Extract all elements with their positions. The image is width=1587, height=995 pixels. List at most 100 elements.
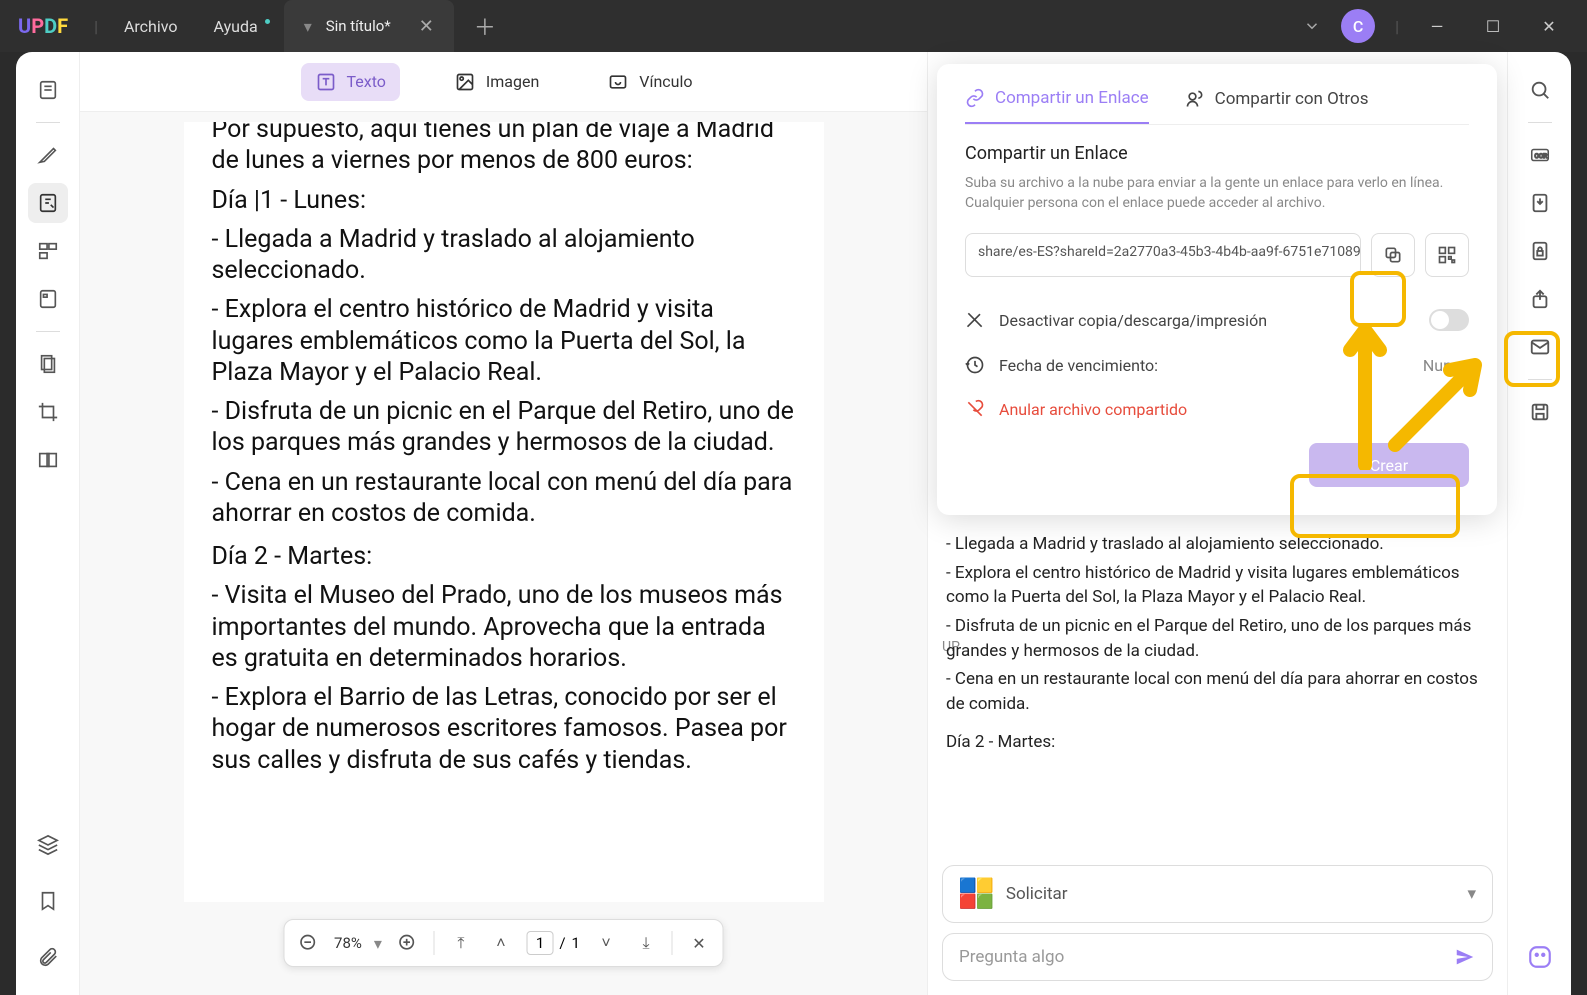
people-icon	[1185, 89, 1205, 109]
redact-tool-icon[interactable]	[28, 344, 68, 384]
cancel-share-option[interactable]: Anular archivo compartido	[965, 387, 1469, 431]
ai-line: - Explora el centro histórico de Madrid …	[946, 561, 1489, 610]
link-icon	[965, 88, 985, 108]
close-zoom-icon[interactable]: ✕	[685, 929, 713, 957]
window-minimize-icon[interactable]: —	[1419, 17, 1455, 36]
solicitar-label: Solicitar	[1006, 884, 1068, 904]
share-link-input[interactable]: share/es-ES?shareId=2a2770a3-45b3-4b4b-a…	[965, 233, 1361, 277]
prev-page-icon[interactable]: ˄	[487, 929, 515, 957]
separator: |	[94, 17, 98, 36]
ai-line: - Disfruta de un picnic en el Parque del…	[946, 614, 1489, 663]
zoom-value[interactable]: 78%	[334, 934, 362, 952]
search-icon[interactable]	[1520, 70, 1560, 110]
qr-code-button[interactable]	[1425, 233, 1469, 277]
window-maximize-icon[interactable]: ☐	[1475, 17, 1511, 36]
ocr-icon[interactable]: OCR	[1520, 135, 1560, 175]
disable-copy-toggle[interactable]	[1429, 309, 1469, 331]
doc-paragraph: - Explora el Barrio de las Letras, conoc…	[212, 682, 796, 776]
zoom-in-icon[interactable]	[394, 929, 422, 957]
layers-icon[interactable]	[28, 825, 68, 865]
expiry-option: Fecha de vencimiento: Nunca	[965, 343, 1469, 387]
doc-paragraph: Día |1 - Lunes:	[212, 185, 796, 216]
doc-paragraph: - Cena en un restaurante local con menú …	[212, 467, 796, 530]
text-tool[interactable]: Texto	[301, 63, 400, 101]
doc-paragraph: - Llegada a Madrid y traslado al alojami…	[212, 224, 796, 287]
current-page[interactable]: 1	[527, 931, 553, 955]
user-avatar[interactable]: C	[1341, 9, 1375, 43]
history-icon	[965, 355, 985, 375]
crop-tool-icon[interactable]	[28, 392, 68, 432]
attachment-icon[interactable]	[28, 937, 68, 977]
ask-input[interactable]: Pregunta algo	[942, 933, 1493, 981]
edit-toolbar: Texto Imagen Vínculo	[80, 52, 927, 112]
link-tool[interactable]: Vínculo	[593, 63, 706, 101]
first-page-icon[interactable]: ⤒	[447, 929, 475, 957]
doc-paragraph: Día 2 - Martes:	[212, 541, 796, 572]
chevron-down-icon: ▾	[1467, 884, 1476, 904]
share-description: Suba su archivo a la nube para enviar a …	[965, 174, 1469, 213]
image-tool-label: Imagen	[486, 72, 539, 91]
disable-copy-option: Desactivar copia/descarga/impresión	[965, 297, 1469, 343]
app-logo: UPDF	[0, 14, 86, 38]
sidebar-left	[16, 52, 80, 995]
form-tool-icon[interactable]	[28, 279, 68, 319]
expiry-label: Fecha de vencimiento:	[999, 356, 1158, 375]
doc-paragraph: Por supuesto, aquí tienes un plan de via…	[212, 122, 796, 177]
solicitar-button[interactable]: 🟦🟨🟥🟩 Solicitar ▾	[942, 865, 1493, 923]
share-link-tab[interactable]: Compartir un Enlace	[965, 88, 1149, 124]
share-panel: Compartir un Enlace Compartir con Otros …	[937, 64, 1497, 515]
edit-tool-icon[interactable]	[28, 183, 68, 223]
compare-tool-icon[interactable]	[28, 440, 68, 480]
email-icon[interactable]	[1520, 327, 1560, 367]
convert-icon[interactable]	[1520, 183, 1560, 223]
text-tool-label: Texto	[347, 72, 386, 91]
copy-link-button[interactable]	[1371, 233, 1415, 277]
window-close-icon[interactable]: ✕	[1531, 17, 1567, 36]
cancel-share-label: Anular archivo compartido	[999, 400, 1187, 419]
doc-paragraph: - Disfruta de un picnic en el Parque del…	[212, 396, 796, 459]
share-others-tab[interactable]: Compartir con Otros	[1185, 88, 1369, 124]
image-tool[interactable]: Imagen	[440, 63, 553, 101]
ai-chat-icon[interactable]	[1520, 937, 1560, 977]
dropdown-icon[interactable]	[1303, 17, 1321, 35]
tab-add-icon[interactable]: ＋	[474, 10, 496, 42]
ai-line: - Cena en un restaurante local con menú …	[946, 667, 1489, 716]
comment-tool-icon[interactable]	[28, 135, 68, 175]
zoom-out-icon[interactable]	[294, 929, 322, 957]
bookmark-icon[interactable]	[28, 881, 68, 921]
expiry-value[interactable]: Nunca	[1423, 356, 1469, 375]
tab-title: Sin título*	[326, 17, 391, 35]
organize-tool-icon[interactable]	[28, 231, 68, 271]
tab-close-icon[interactable]: ✕	[419, 16, 434, 37]
document-tab[interactable]: ▾ Sin título* ✕	[284, 0, 454, 52]
menu-file[interactable]: Archivo	[106, 17, 196, 36]
disable-icon	[965, 310, 985, 330]
last-page-icon[interactable]: ⤓	[632, 929, 660, 957]
ai-response: - Llegada a Madrid y traslado al alojami…	[942, 532, 1493, 855]
unlink-icon	[965, 399, 985, 419]
page-indicator[interactable]: 1 / 1	[527, 931, 580, 955]
text-icon	[315, 71, 337, 93]
svg-text:OCR: OCR	[1534, 152, 1547, 160]
protect-icon[interactable]	[1520, 231, 1560, 271]
create-button[interactable]: Crear	[1309, 443, 1469, 487]
image-icon	[454, 71, 476, 93]
share-link-tab-label: Compartir un Enlace	[995, 88, 1149, 108]
document-page[interactable]: Por supuesto, aquí tienes un plan de via…	[184, 122, 824, 902]
ask-placeholder: Pregunta algo	[959, 947, 1064, 967]
disable-copy-label: Desactivar copia/descarga/impresión	[999, 311, 1267, 330]
doc-paragraph: - Explora el centro histórico de Madrid …	[212, 294, 796, 388]
tab-dropdown-icon[interactable]: ▾	[304, 17, 312, 36]
zoom-dropdown-icon[interactable]: ▾	[374, 934, 382, 953]
menu-help[interactable]: Ayuda	[196, 17, 276, 36]
share-icon[interactable]	[1520, 279, 1560, 319]
share-others-tab-label: Compartir con Otros	[1215, 89, 1369, 109]
save-icon[interactable]	[1520, 392, 1560, 432]
next-page-icon[interactable]: ˅	[592, 929, 620, 957]
reader-mode-icon[interactable]	[28, 70, 68, 110]
sidebar-right: OCR	[1507, 52, 1571, 995]
document-viewport[interactable]: Por supuesto, aquí tienes un plan de via…	[80, 112, 927, 995]
doc-paragraph: - Visita el Museo del Prado, uno de los …	[212, 580, 796, 674]
total-pages: 1	[572, 934, 580, 952]
send-icon[interactable]	[1454, 946, 1476, 968]
